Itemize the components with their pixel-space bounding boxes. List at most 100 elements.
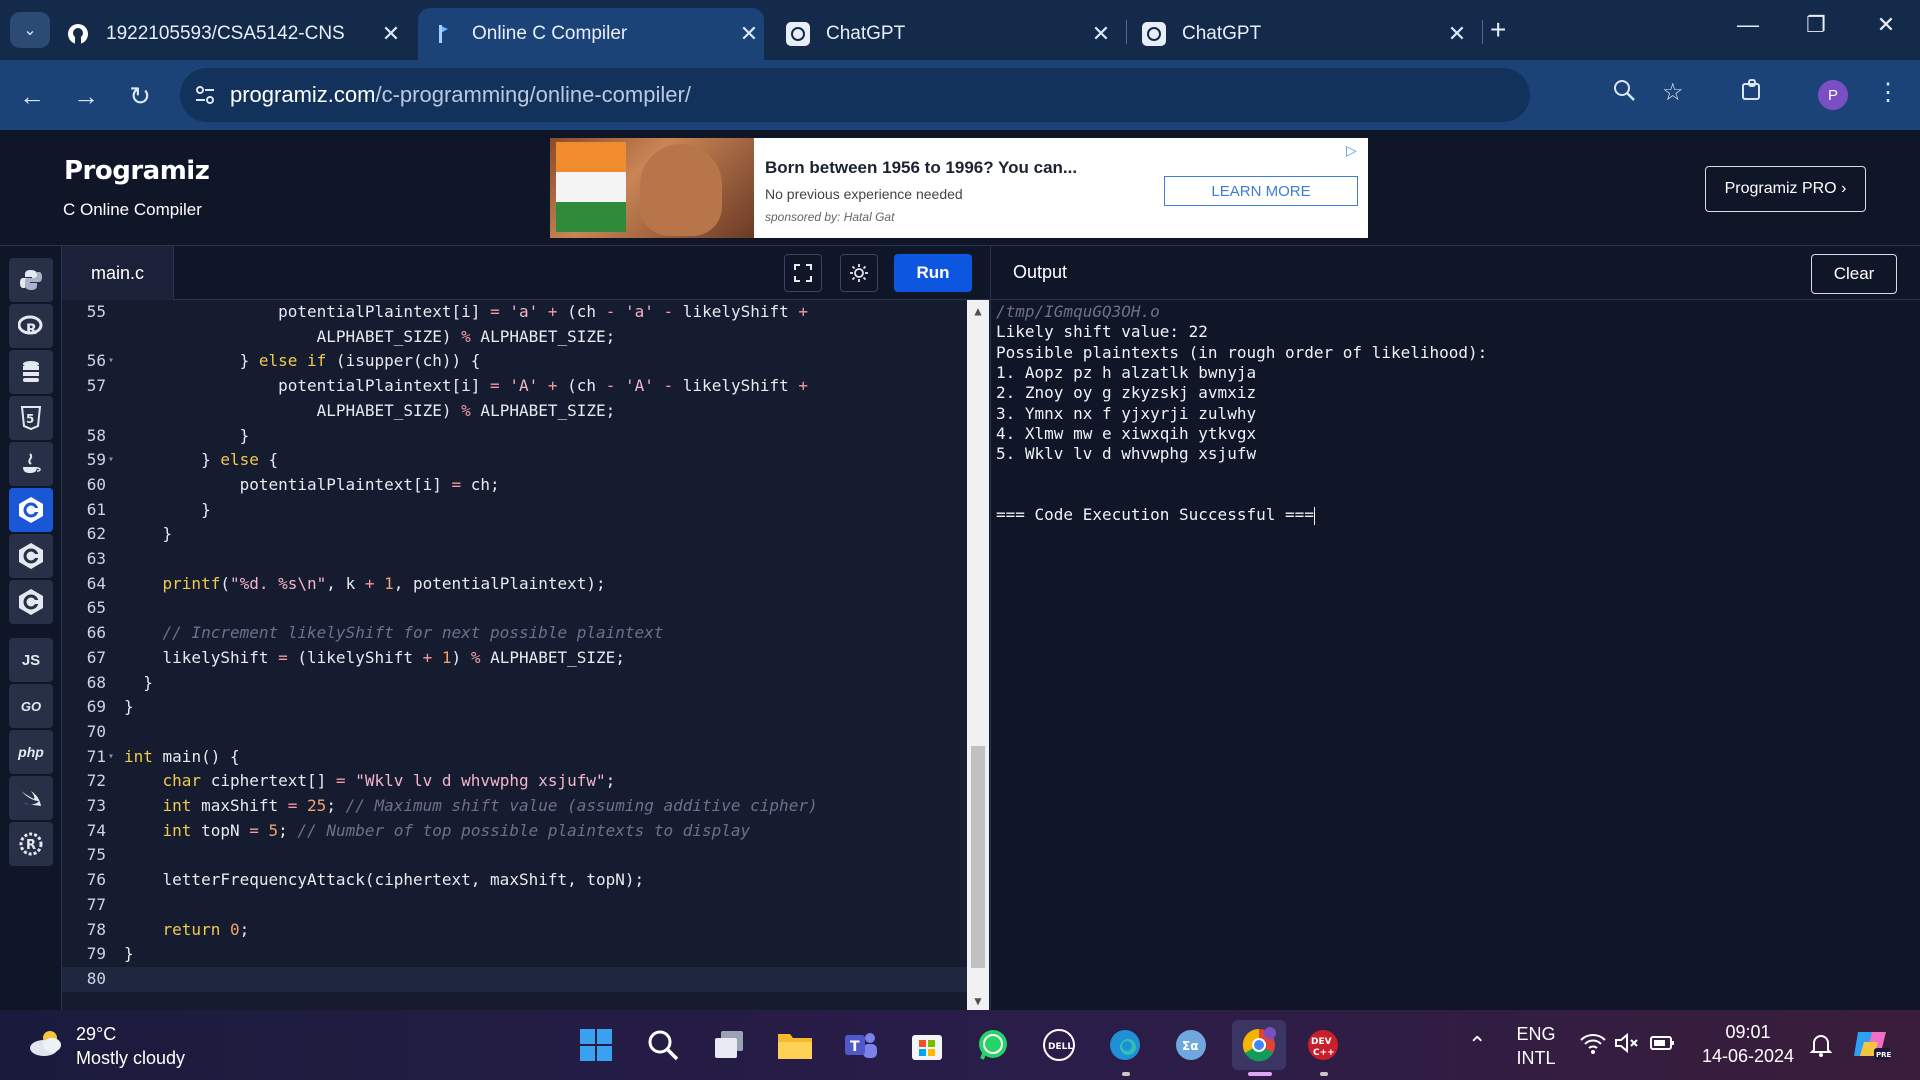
code-line[interactable]: 58 } [62,424,967,449]
site-info-icon[interactable] [180,85,230,105]
code-line[interactable]: 78 return 0; [62,918,967,943]
tab-github[interactable]: 1922105593/CSA5142-CNS ✕ [66,8,406,60]
php-icon[interactable]: php [9,730,53,774]
code-line[interactable]: 69} [62,695,967,720]
code-line[interactable]: 80 [62,966,967,992]
more-options-icon[interactable]: ⋮ [1876,78,1900,107]
swift-icon[interactable] [9,776,53,820]
code-line[interactable]: 73 int maxShift = 25; // Maximum shift v… [62,794,967,819]
tab-online-c-compiler[interactable]: Online C Compiler ✕ [418,8,764,60]
javascript-icon[interactable]: JS [9,638,53,682]
code-editor[interactable]: 55 potentialPlaintext[i] = 'a' + (ch - '… [62,300,990,1010]
code-line[interactable]: ALPHABET_SIZE) % ALPHABET_SIZE; [62,399,967,424]
minimize-button[interactable]: — [1728,12,1768,38]
new-tab-button[interactable]: + [1490,14,1506,46]
profile-avatar[interactable]: P [1818,80,1848,110]
wifi-icon[interactable] [1580,1032,1606,1060]
python-icon[interactable] [9,258,53,302]
clock-date[interactable]: 14-06-2024 [1692,1046,1804,1067]
code-line[interactable]: 70 [62,720,967,745]
zoom-icon[interactable] [1612,78,1636,109]
scrollbar-thumb[interactable] [971,746,985,968]
adchoices-icon[interactable]: ▷ [1346,142,1357,159]
start-icon[interactable] [575,1024,617,1066]
editor-scrollbar[interactable]: ▲ ▼ [967,300,989,1010]
code-line[interactable]: 76 letterFrequencyAttack(ciphertext, max… [62,868,967,893]
fold-toggle-icon[interactable]: ▾ [108,745,114,770]
code-line[interactable]: 57 potentialPlaintext[i] = 'A' + (ch - '… [62,374,967,399]
back-button[interactable]: ← [14,78,50,114]
programiz-pro-button[interactable]: Programiz PRO › [1705,166,1866,212]
theme-toggle-icon[interactable] [840,254,878,292]
code-line[interactable]: 75 [62,843,967,868]
devcpp-icon[interactable]: DEV C++ [1302,1024,1344,1066]
show-hidden-icons-icon[interactable]: ⌃ [1468,1032,1486,1058]
scroll-down-icon[interactable]: ▼ [967,994,989,1008]
notifications-icon[interactable] [1808,1032,1834,1064]
chrome-icon[interactable] [1232,1020,1286,1070]
address-bar[interactable]: programiz.com/c-programming/online-compi… [180,68,1530,122]
java-icon[interactable] [9,442,53,486]
run-button[interactable]: Run [894,254,972,292]
code-line[interactable]: 61 } [62,498,967,523]
code-line[interactable]: ALPHABET_SIZE) % ALPHABET_SIZE; [62,325,967,350]
restore-button[interactable]: ❐ [1796,12,1836,38]
close-icon[interactable]: ✕ [1442,21,1472,47]
sql-icon[interactable] [9,350,53,394]
code-line[interactable]: 63 [62,547,967,572]
close-icon[interactable]: ✕ [376,21,406,47]
fold-toggle-icon[interactable]: ▾ [108,349,114,374]
html-icon[interactable]: 5 [9,396,53,440]
close-window-button[interactable]: ✕ [1866,12,1906,38]
code-line[interactable]: 66 // Increment likelyShift for next pos… [62,621,967,646]
code-line[interactable]: 55 potentialPlaintext[i] = 'a' + (ch - '… [62,300,967,325]
extensions-icon[interactable] [1740,78,1764,109]
programiz-logo[interactable]: Programiz [64,156,210,186]
advertisement-banner[interactable]: Born between 1956 to 1996? You can... No… [550,138,1368,238]
code-line[interactable]: 62 } [62,522,967,547]
file-explorer-icon[interactable] [774,1024,816,1066]
code-line[interactable]: 65 [62,596,967,621]
learn-more-button[interactable]: LEARN MORE [1164,176,1358,206]
scroll-up-icon[interactable]: ▲ [967,304,989,318]
code-line[interactable]: 59 ▾ } else { [62,448,967,473]
code-line[interactable]: 67 likelyShift = (likelyShift + 1) % ALP… [62,646,967,671]
fold-toggle-icon[interactable]: ▾ [108,448,114,473]
cloudy-weather-icon[interactable] [26,1028,66,1058]
language-indicator-top[interactable]: ENG [1510,1024,1562,1045]
dell-icon[interactable]: DELL [1038,1024,1080,1066]
file-tab-main-c[interactable]: main.c [62,246,174,300]
code-line[interactable]: 64 printf("%d. %s\n", k + 1, potentialPl… [62,572,967,597]
bookmark-star-icon[interactable]: ☆ [1662,78,1684,107]
code-line[interactable]: 56 ▾ } else if (isupper(ch)) { [62,349,967,374]
code-line[interactable]: 68 } [62,671,967,696]
close-icon[interactable]: ✕ [1086,21,1116,47]
whatsapp-icon[interactable] [972,1024,1014,1066]
search-icon[interactable] [642,1024,684,1066]
code-line[interactable]: 79} [62,942,967,967]
code-line[interactable]: 77 [62,893,967,918]
teams-icon[interactable]: T [840,1024,882,1066]
task-view-icon[interactable] [708,1024,750,1066]
rust-icon[interactable]: R [9,822,53,866]
clear-button[interactable]: Clear [1811,254,1897,294]
csharp-icon[interactable] [9,580,53,624]
cpp-icon[interactable] [9,534,53,578]
store-icon[interactable] [906,1024,948,1066]
fullscreen-icon[interactable] [784,254,822,292]
volume-muted-icon[interactable] [1614,1032,1640,1060]
code-line[interactable]: 74 int topN = 5; // Number of top possib… [62,819,967,844]
r-icon[interactable]: R [9,304,53,348]
code-line[interactable]: 71 ▾ int main() { [62,745,967,770]
tab-chatgpt-1[interactable]: ChatGPT ✕ [786,8,1116,60]
reload-button[interactable]: ↻ [122,78,158,114]
c-icon[interactable] [9,488,53,532]
tab-chatgpt-2[interactable]: ChatGPT ✕ [1142,8,1472,60]
forward-button[interactable]: → [68,78,104,114]
output-console[interactable]: /tmp/IGmquGQ3OH.o Likely shift value: 22 P… [990,300,1920,1010]
tab-search-button[interactable]: ⌄ [10,12,50,48]
clock-time[interactable]: 09:01 [1700,1022,1796,1043]
battery-icon[interactable] [1650,1032,1676,1060]
language-indicator-bottom[interactable]: INTL [1510,1048,1562,1069]
close-icon[interactable]: ✕ [734,21,764,47]
